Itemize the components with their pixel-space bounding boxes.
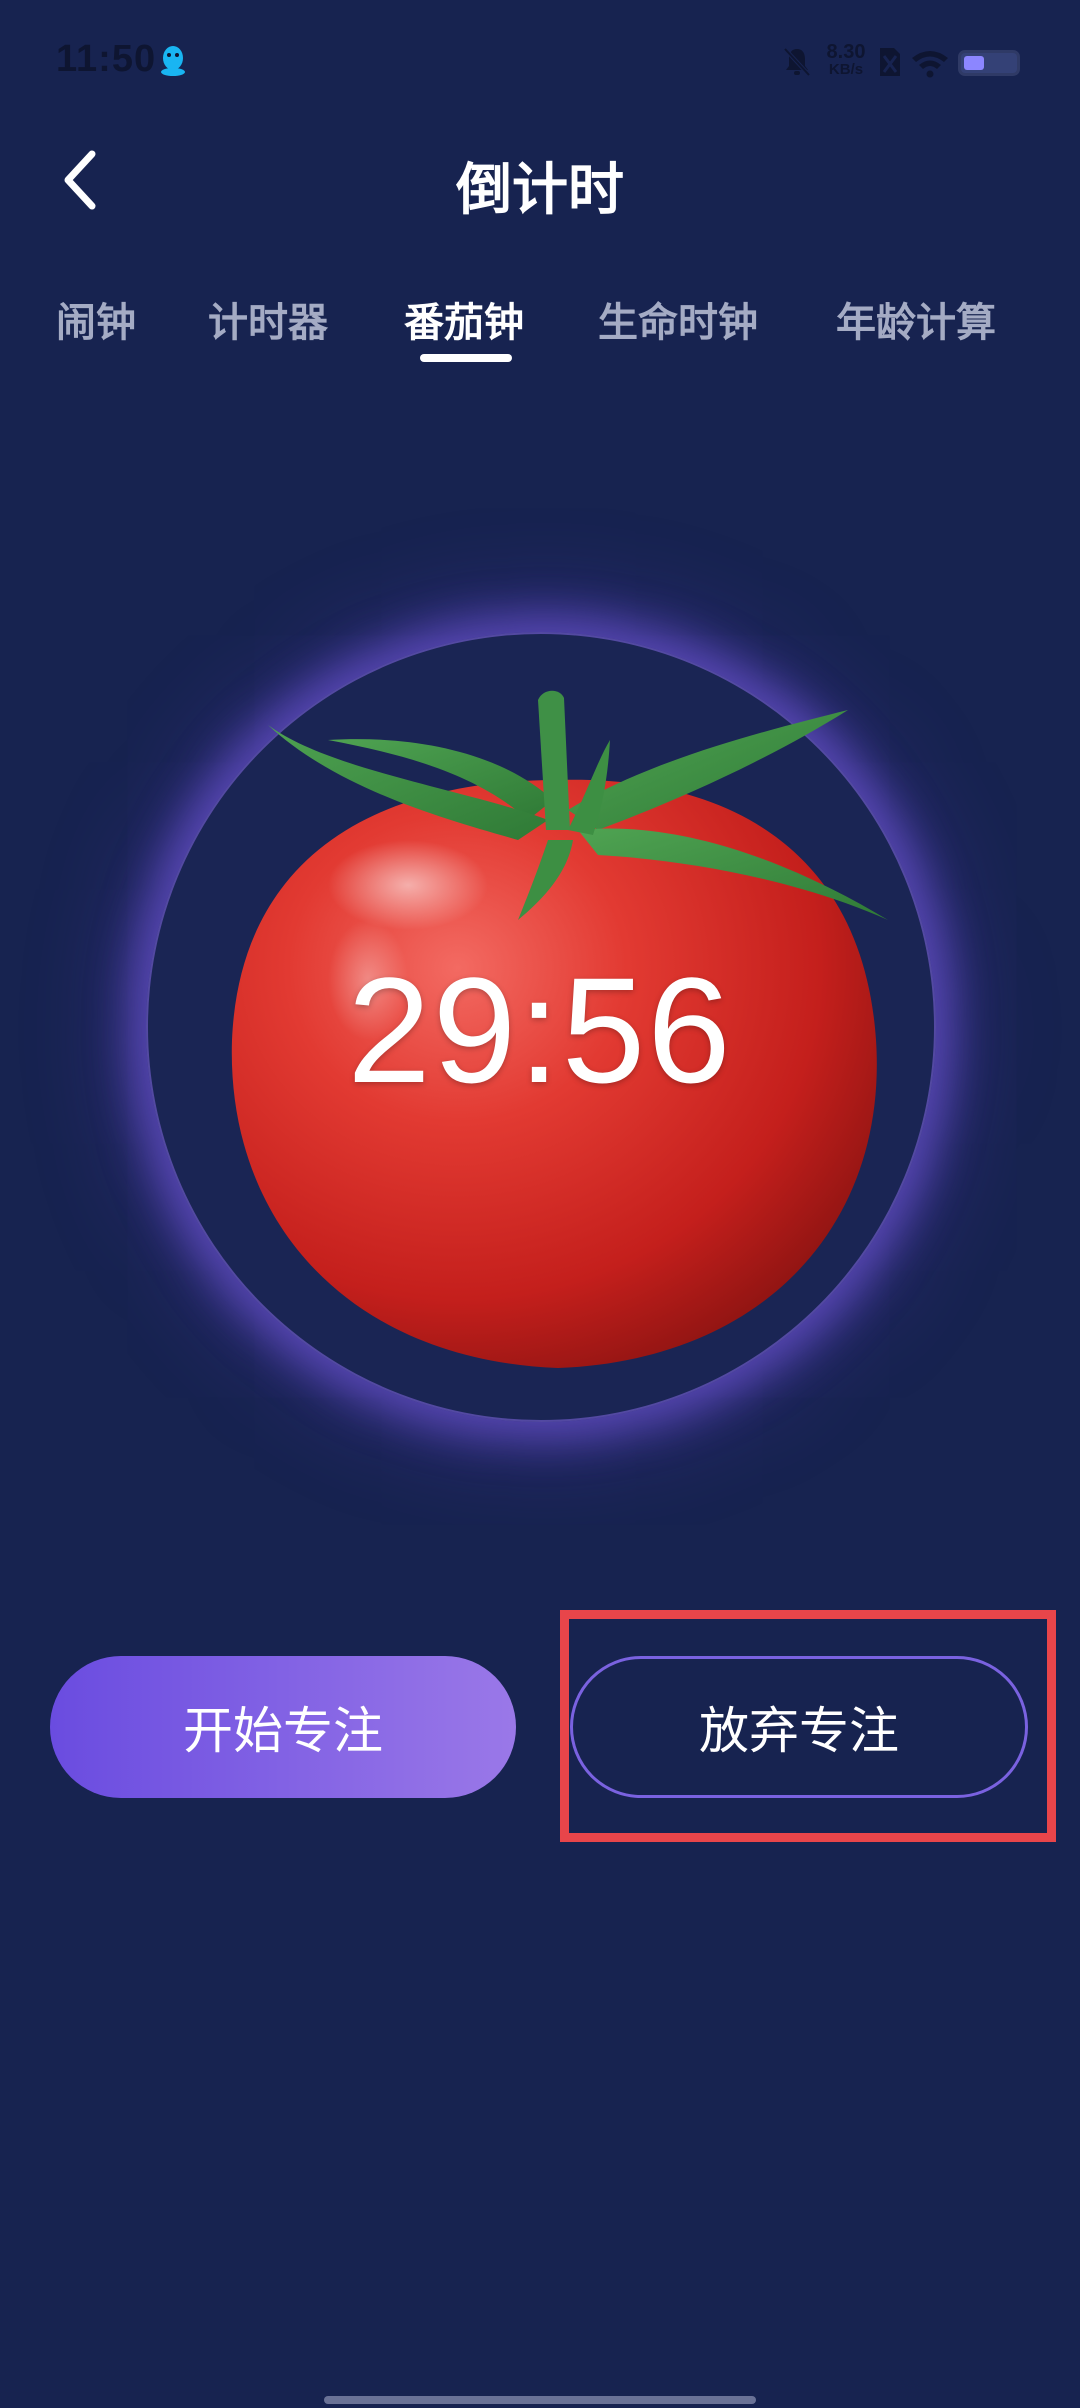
mute-icon (783, 47, 811, 77)
highlight-box (560, 1610, 1056, 1842)
tab-alarm[interactable]: 闹钟 (56, 290, 136, 348)
sim-icon (880, 48, 900, 76)
tab-stopwatch[interactable]: 计时器 (208, 290, 328, 348)
battery-level (964, 56, 984, 70)
status-bar: 11:50 8.30 KB/s (0, 0, 1080, 120)
countdown-display: 29:56 (347, 946, 733, 1114)
tab-life-clock[interactable]: 生命时钟 (598, 290, 758, 348)
chevron-left-icon (64, 150, 96, 210)
battery-icon (958, 50, 1020, 76)
home-indicator[interactable] (324, 2396, 756, 2404)
start-focus-button[interactable]: 开始专注 (50, 1656, 516, 1798)
back-button[interactable] (40, 140, 120, 220)
wifi-icon (912, 51, 948, 78)
page-title: 倒计时 (456, 158, 624, 223)
status-time: 11:50 (56, 38, 157, 80)
tab-age-calculator[interactable]: 年龄计算 (836, 290, 996, 348)
network-speed-unit: KB/s (828, 61, 864, 78)
qq-icon (161, 46, 185, 76)
pomodoro-screen: 11:50 8.30 KB/s 倒计时 闹钟 计时器 番茄钟 生命时钟 年龄计算… (0, 0, 1080, 2408)
network-speed: 8.30 KB/s (822, 42, 870, 78)
active-tab-indicator (420, 354, 512, 362)
network-speed-value: 8.30 (826, 41, 866, 63)
tab-pomodoro[interactable]: 番茄钟 (404, 290, 524, 348)
tab-bar: 闹钟 计时器 番茄钟 生命时钟 年龄计算 (0, 290, 1080, 380)
